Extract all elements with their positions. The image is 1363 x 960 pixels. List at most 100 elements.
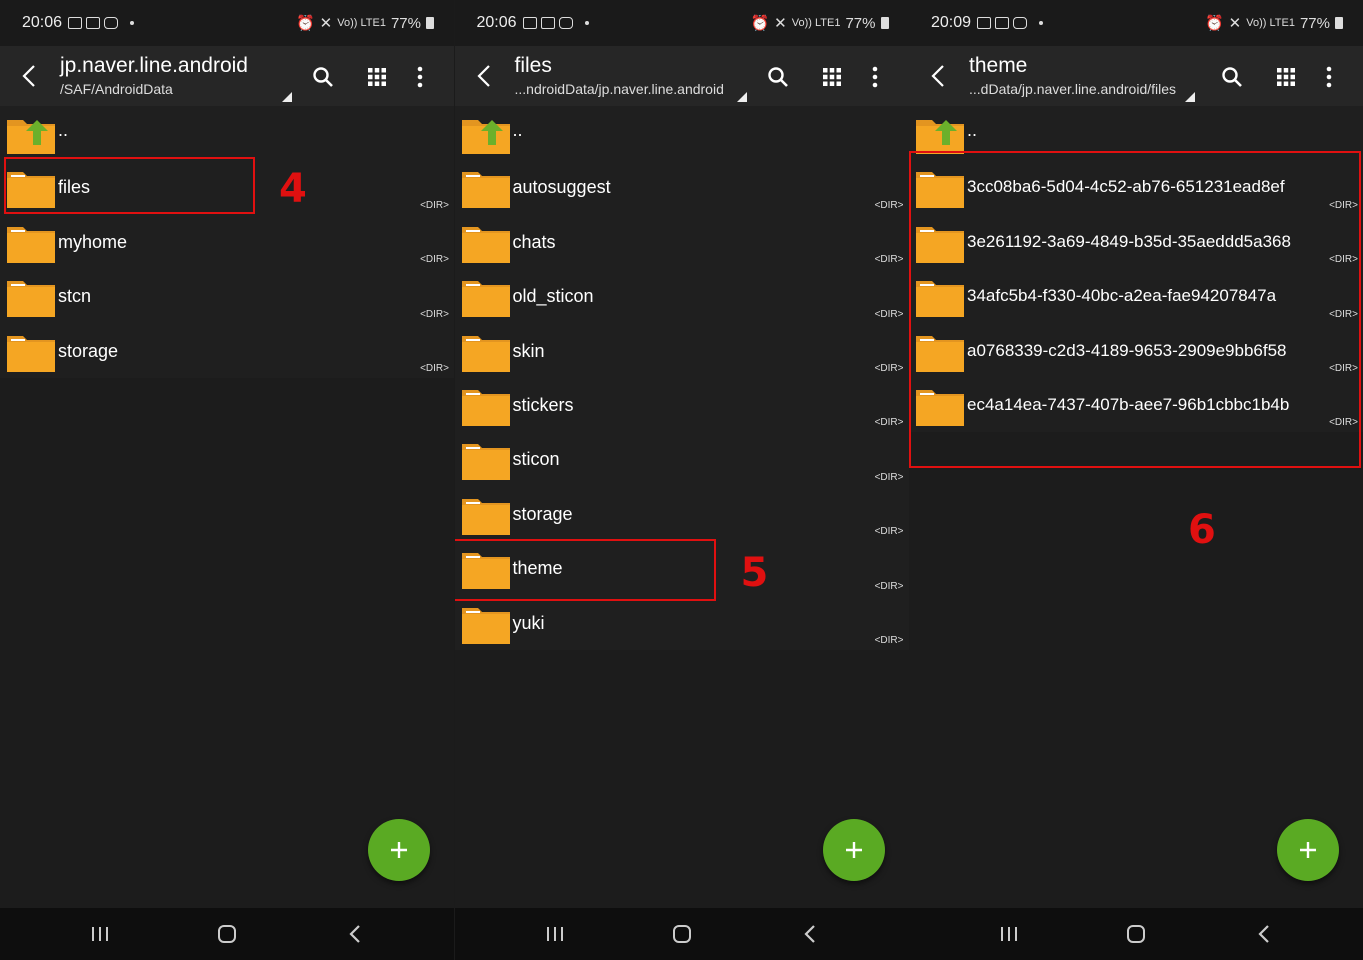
instagram-icon [104, 17, 119, 29]
status-time: 20:09 [931, 14, 972, 31]
item-name: autosuggest [512, 177, 611, 198]
parent-label: .. [512, 120, 523, 140]
add-button[interactable] [368, 819, 430, 881]
highlight-box [454, 539, 716, 601]
status-bar: 20:06 ⏰ ✕ Vo)) LTE1 77% [454, 0, 909, 46]
back-arrow-icon[interactable] [927, 63, 951, 89]
screen-1: 20:06 ⏰ ✕ Vo)) LTE1 77% jp.naver.line.an… [0, 0, 454, 960]
page-path: ...dData/jp.naver.line.android/files [969, 81, 1177, 97]
app-bar: jp.naver.line.android /SAF/AndroidData [0, 46, 454, 106]
search-icon[interactable] [1219, 64, 1245, 90]
more-vert-icon[interactable] [407, 64, 433, 90]
more-vert-icon[interactable] [862, 64, 888, 90]
list-item[interactable]: autosuggest <DIR> [455, 160, 909, 214]
item-name: old_sticon [512, 286, 594, 307]
parent-folder-row[interactable]: .. [455, 106, 909, 160]
navigation-bar [454, 908, 909, 960]
recents-icon[interactable] [996, 921, 1022, 947]
nav-back-icon[interactable] [1251, 921, 1277, 947]
screen-2: 20:06 ⏰ ✕ Vo)) LTE1 77% files ...ndroidD… [454, 0, 909, 960]
folder-icon [7, 332, 55, 372]
folder-icon [461, 440, 510, 481]
list-item[interactable]: chats <DIR> [455, 215, 909, 269]
parent-label: .. [967, 120, 978, 140]
dir-tag: <DIR> [874, 526, 904, 538]
folder-icon [7, 223, 55, 263]
folder-icon [461, 168, 510, 209]
app-icon [86, 17, 101, 29]
status-time: 20:06 [476, 14, 517, 31]
title-block: jp.naver.line.android /SAF/AndroidData [60, 54, 290, 97]
page-path: ...ndroidData/jp.naver.line.android [514, 81, 724, 97]
search-icon[interactable] [310, 64, 336, 90]
item-name: stcn [58, 286, 92, 307]
signal-icon: Vo)) LTE1 [791, 17, 841, 29]
list-item[interactable]: storage <DIR> [455, 487, 909, 541]
back-arrow-icon[interactable] [18, 63, 42, 89]
grid-view-icon[interactable] [364, 64, 390, 90]
list-item[interactable]: storage <DIR> [0, 324, 454, 378]
back-arrow-icon[interactable] [473, 63, 497, 89]
item-name: chats [512, 231, 556, 252]
list-item[interactable]: old_sticon <DIR> [455, 269, 909, 323]
list-item[interactable]: skin <DIR> [455, 324, 909, 378]
list-item[interactable]: stcn <DIR> [0, 269, 454, 323]
page-title: theme [969, 54, 1028, 77]
recents-icon[interactable] [87, 921, 113, 947]
home-icon[interactable] [669, 921, 695, 947]
grid-view-icon[interactable] [819, 64, 845, 90]
parent-folder-row[interactable]: .. [0, 106, 454, 160]
gallery-icon [522, 17, 537, 29]
recents-icon[interactable] [542, 921, 568, 947]
plus-icon [845, 842, 862, 858]
dir-tag: <DIR> [874, 417, 904, 429]
signal-icon: Vo)) LTE1 [337, 17, 386, 29]
folder-icon [461, 604, 510, 644]
nav-back-icon[interactable] [342, 921, 368, 947]
item-name: storage [58, 340, 119, 361]
battery-percent: 77% [1299, 14, 1330, 32]
search-icon[interactable] [765, 64, 791, 90]
dir-tag: <DIR> [874, 308, 904, 320]
add-button[interactable] [1277, 819, 1339, 881]
step-label: 6 [1188, 507, 1216, 553]
path-dropdown-icon[interactable] [282, 92, 292, 102]
notification-icons [522, 17, 589, 29]
path-dropdown-icon[interactable] [736, 92, 747, 102]
list-item[interactable]: sticon <DIR> [455, 432, 909, 486]
notification-icons [977, 17, 1044, 29]
dir-tag: <DIR> [874, 362, 904, 374]
folder-up-icon [916, 114, 964, 154]
gallery-icon [68, 17, 83, 29]
folder-icon [461, 277, 510, 318]
add-button[interactable] [822, 819, 885, 881]
list-item[interactable]: yuki <DIR> [455, 596, 909, 650]
dir-tag: <DIR> [874, 471, 904, 483]
grid-view-icon[interactable] [1273, 64, 1299, 90]
mute-icon: ✕ [319, 15, 333, 32]
alarm-icon: ⏰ [1204, 15, 1224, 32]
app-bar: theme ...dData/jp.naver.line.android/fil… [909, 46, 1363, 106]
navigation-bar [0, 908, 454, 960]
more-vert-icon[interactable] [1316, 64, 1342, 90]
status-bar: 20:09 ⏰ ✕ Vo)) LTE1 77% [909, 0, 1363, 46]
battery-percent: 77% [845, 14, 876, 32]
more-notifications-dot [1039, 21, 1044, 25]
list-item[interactable]: stickers <DIR> [455, 378, 909, 432]
nav-back-icon[interactable] [797, 921, 823, 947]
battery-icon [880, 17, 889, 29]
plus-icon [1300, 842, 1316, 858]
more-notifications-dot [584, 21, 589, 25]
step-label: 4 [279, 166, 307, 212]
item-name: myhome [58, 231, 128, 252]
folder-icon [461, 332, 510, 372]
list-item[interactable]: myhome <DIR> [0, 215, 454, 269]
home-icon[interactable] [214, 921, 240, 947]
folder-icon [7, 277, 55, 318]
step-label: 5 [740, 550, 769, 596]
dir-tag: <DIR> [874, 199, 904, 211]
home-icon[interactable] [1123, 921, 1149, 947]
instagram-icon [1013, 17, 1028, 29]
instagram-icon [558, 17, 573, 29]
path-dropdown-icon[interactable] [1185, 92, 1195, 102]
